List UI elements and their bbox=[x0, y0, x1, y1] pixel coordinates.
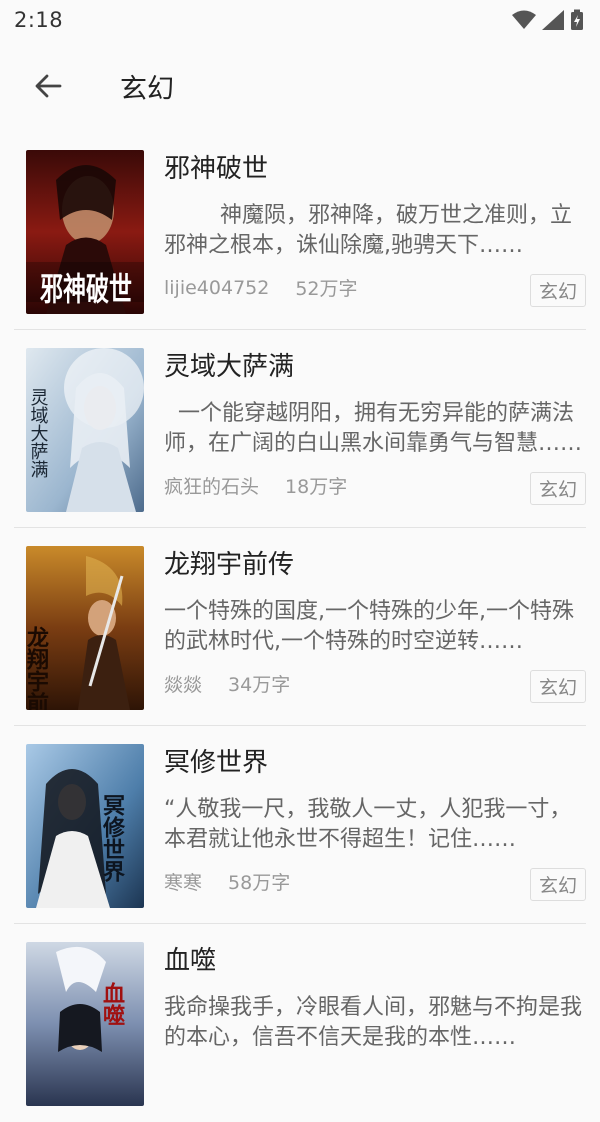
list-item[interactable]: 龙翔宇前传 龙翔宇前传 一个特殊的国度,一个特殊的少年,一个特殊的武林时代,一个… bbox=[14, 528, 586, 726]
book-cover: 龙翔宇前传 bbox=[26, 546, 144, 710]
book-meta: 寒寒 58万字 bbox=[164, 868, 290, 895]
genre-tag: 玄幻 bbox=[529, 274, 586, 307]
book-meta: 疯狂的石头 18万字 bbox=[164, 472, 347, 499]
arrow-back-icon bbox=[35, 74, 62, 98]
list-item[interactable]: 冥修世界 冥修世界 “人敬我一尺，我敬人一丈，人犯我一寸，本君就让他永世不得超生… bbox=[14, 726, 586, 924]
book-cover: 血噬 bbox=[26, 942, 144, 1106]
app-bar: 玄幻 bbox=[0, 40, 600, 132]
wifi-icon bbox=[512, 10, 536, 29]
book-cover: 冥修世界 bbox=[26, 744, 144, 908]
list-item[interactable]: 邪神破世 邪神破世 神魔陨，邪神降，破万世之准则，立邪神之根本，诛仙除魔,驰骋天… bbox=[14, 132, 586, 330]
book-info: 灵域大萨满 一个能穿越阴阳，拥有无穷异能的萨满法师，在广阔的白山黑水间靠勇气与智… bbox=[164, 348, 586, 512]
book-author: 燚燚 bbox=[164, 674, 203, 696]
book-info: 冥修世界 “人敬我一尺，我敬人一丈，人犯我一寸，本君就让他永世不得超生！记住……… bbox=[164, 744, 586, 908]
back-button[interactable] bbox=[28, 66, 68, 106]
status-icons bbox=[512, 9, 584, 31]
book-cover: 灵域大萨满 bbox=[26, 348, 144, 512]
cover-text: 冥修世界 bbox=[99, 794, 126, 883]
status-time: 2:18 bbox=[14, 8, 64, 32]
book-title: 邪神破世 bbox=[164, 154, 269, 184]
book-author: 寒寒 bbox=[164, 872, 203, 894]
book-info: 血噬 我命操我手，冷眼看人间，邪魅与不拘是我的本心，信吾不信天是我的本性…… bbox=[164, 942, 586, 1106]
battery-icon bbox=[571, 9, 583, 30]
book-word-count: 52万字 bbox=[295, 278, 358, 300]
book-word-count: 18万字 bbox=[285, 476, 348, 498]
list-item[interactable]: 灵域大萨满 灵域大萨满 一个能穿越阴阳，拥有无穷异能的萨满法师，在广阔的白山黑水… bbox=[14, 330, 586, 528]
book-title: 灵域大萨满 bbox=[164, 352, 295, 382]
cover-text: 龙翔宇前传 bbox=[26, 626, 50, 710]
book-info: 龙翔宇前传 一个特殊的国度,一个特殊的少年,一个特殊的武林时代,一个特殊的时空逆… bbox=[164, 546, 586, 710]
book-description: 一个特殊的国度,一个特殊的少年,一个特殊的武林时代,一个特殊的时空逆转…… bbox=[164, 599, 574, 654]
book-description: 神魔陨，邪神降，破万世之准则，立邪神之根本，诛仙除魔,驰骋天下…… bbox=[164, 203, 572, 258]
book-word-count: 58万字 bbox=[228, 872, 291, 894]
cover-text: 灵域大萨满 bbox=[28, 388, 49, 478]
book-list: 邪神破世 邪神破世 神魔陨，邪神降，破万世之准则，立邪神之根本，诛仙除魔,驰骋天… bbox=[0, 132, 600, 1122]
book-description: 一个能穿越阴阳，拥有无穷异能的萨满法师，在广阔的白山黑水间靠勇气与智慧…… bbox=[164, 401, 583, 456]
genre-tag: 玄幻 bbox=[529, 868, 586, 901]
genre-tag: 玄幻 bbox=[529, 472, 586, 505]
page-title: 玄幻 bbox=[120, 73, 174, 105]
book-cover: 邪神破世 bbox=[26, 150, 144, 314]
book-meta: lijie404752 52万字 bbox=[164, 274, 358, 301]
book-author: 疯狂的石头 bbox=[164, 476, 260, 498]
book-description: 我命操我手，冷眼看人间，邪魅与不拘是我的本心，信吾不信天是我的本性…… bbox=[164, 995, 583, 1050]
list-item[interactable]: 血噬 血噬 我命操我手，冷眼看人间，邪魅与不拘是我的本心，信吾不信天是我的本性…… bbox=[14, 924, 586, 1122]
book-title: 龙翔宇前传 bbox=[164, 550, 295, 580]
book-title: 冥修世界 bbox=[164, 748, 269, 778]
book-description: “人敬我一尺，我敬人一丈，人犯我一寸，本君就让他永世不得超生！记住…… bbox=[164, 797, 572, 852]
genre-tag: 玄幻 bbox=[529, 670, 586, 703]
book-meta: 燚燚 34万字 bbox=[164, 670, 290, 697]
book-title: 血噬 bbox=[164, 946, 217, 976]
book-info: 邪神破世 神魔陨，邪神降，破万世之准则，立邪神之根本，诛仙除魔,驰骋天下…… l… bbox=[164, 150, 586, 314]
book-word-count: 34万字 bbox=[228, 674, 291, 696]
cover-text: 邪神破世 bbox=[40, 270, 132, 308]
cell-signal-icon bbox=[542, 10, 564, 30]
status-bar: 2:18 bbox=[0, 0, 600, 40]
cover-text: 血噬 bbox=[99, 981, 125, 1026]
book-author: lijie404752 bbox=[164, 276, 270, 299]
